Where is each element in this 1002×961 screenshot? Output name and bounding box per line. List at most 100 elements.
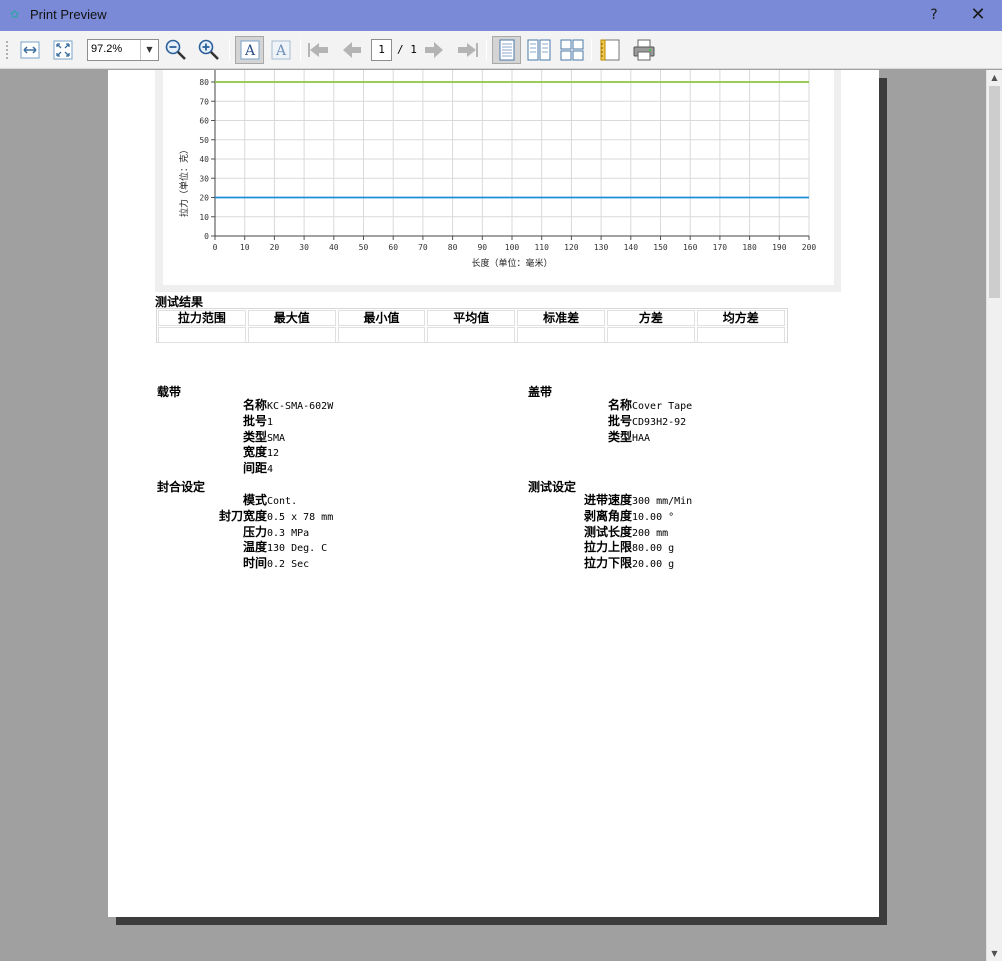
seal-field-row: 时间	[243, 556, 267, 571]
page-setup-button[interactable]	[598, 37, 624, 63]
toolbar-separator	[300, 39, 301, 61]
chevron-down-icon[interactable]: ▼	[140, 40, 158, 60]
scroll-thumb[interactable]	[989, 86, 1000, 298]
x-tick-label: 150	[653, 243, 668, 252]
fit-width-icon	[20, 41, 40, 59]
x-tick-label: 90	[477, 243, 487, 252]
seal-field-value: 130 Deg. C	[267, 543, 328, 555]
table-cell	[427, 327, 516, 343]
toolbar: 97.2% ▼ A A 1 / 1	[0, 31, 1002, 69]
seal-field-value: Cont.	[267, 496, 298, 507]
test-field-row: 测试长度	[584, 525, 632, 540]
single-page-icon	[499, 39, 514, 61]
y-tick-label: 70	[199, 97, 209, 106]
seal-field-row: 压力	[243, 525, 267, 540]
test-field-value: 300 mm/Min	[632, 496, 693, 507]
scroll-down-icon[interactable]: ▼	[987, 946, 1002, 961]
seal-field-row: 温度	[243, 540, 267, 555]
next-page-button[interactable]	[421, 37, 447, 63]
toolbar-separator	[229, 39, 230, 61]
toolbar-separator	[486, 39, 487, 61]
test-title: 测试设定	[528, 480, 577, 494]
zoom-value: 97.2%	[91, 43, 123, 55]
carrier-field-row: 名称	[243, 398, 267, 413]
carrier-field-label: 名称	[242, 398, 267, 412]
cover-field-value: HAA	[632, 432, 651, 444]
seal-field-row: 模式	[243, 493, 267, 508]
x-tick-label: 200	[802, 243, 817, 252]
preview-page: 0 10 20 30 40 50 60 70 80 90 100 110 120 130 140 150 160…	[108, 70, 879, 917]
preview-viewport[interactable]: 0 10 20 30 40 50 60 70 80 90 100 110 120 130 140 150 160…	[0, 70, 986, 961]
close-button[interactable]: ✕	[966, 4, 990, 26]
x-tick-label: 190	[772, 243, 787, 252]
x-tick-label: 50	[359, 243, 369, 252]
seal-field-label: 温度	[242, 540, 267, 555]
test-field-label: 拉力上限	[583, 540, 632, 555]
chart-area: 0 10 20 30 40 50 60 70 80 90 100 110 120 130 140 150 160…	[163, 70, 834, 285]
y-tick-label: 0	[204, 232, 209, 241]
zoom-out-button[interactable]	[163, 37, 189, 63]
print-button[interactable]	[631, 37, 657, 63]
table-header-cell: 方差	[607, 310, 695, 326]
seal-field-value: 0.3 MPa	[267, 527, 310, 539]
four-pages-button[interactable]	[559, 37, 585, 63]
carrier-field-value: 12	[267, 448, 280, 460]
x-tick-label: 120	[564, 243, 579, 252]
x-tick-label: 80	[448, 243, 458, 252]
carrier-field-label: 间距	[242, 461, 267, 476]
table-cell	[696, 327, 785, 343]
carrier-field-label: 宽度	[242, 445, 267, 460]
toolbar-grip[interactable]	[6, 41, 9, 59]
table-cell	[337, 327, 426, 343]
y-tick-label: 60	[199, 117, 209, 126]
table-cell	[517, 327, 605, 343]
font-a-button[interactable]: A	[235, 36, 264, 64]
carrier-field-value: KC-SMA-602W	[267, 401, 334, 412]
tension-chart: 0 10 20 30 40 50 60 70 80 90 100 110 120 130 140 150 160…	[178, 70, 817, 269]
zoom-select[interactable]: 97.2% ▼	[87, 39, 159, 61]
seal-field-label: 时间	[242, 556, 267, 571]
last-page-icon	[458, 43, 478, 57]
cover-field-value: CD93H2-92	[632, 416, 687, 428]
test-field-value: 20.00 g	[632, 559, 675, 571]
test-field-label: 剥离角度	[583, 508, 632, 523]
first-page-icon	[308, 43, 328, 57]
table-cell	[247, 327, 336, 343]
vertical-scrollbar[interactable]: ▲ ▼	[986, 70, 1002, 961]
help-button[interactable]: ?	[924, 4, 944, 26]
cover-field-row: 批号	[608, 414, 632, 429]
seal-field-value: 0.5 x 78 mm	[267, 511, 334, 523]
x-tick-label: 30	[299, 243, 309, 252]
font-a-outline-button[interactable]: A	[268, 37, 294, 63]
zoom-in-button[interactable]	[196, 37, 222, 63]
x-tick-label: 0	[213, 243, 218, 252]
fit-page-button[interactable]	[50, 37, 76, 63]
window-title: Print Preview	[30, 7, 107, 22]
four-pages-icon	[560, 39, 584, 61]
x-tick-label: 110	[534, 243, 549, 252]
prev-page-button[interactable]	[339, 37, 365, 63]
last-page-button[interactable]	[454, 37, 480, 63]
carrier-field-row: 批号	[243, 414, 267, 429]
x-tick-label: 170	[713, 243, 728, 252]
x-tick-label: 180	[742, 243, 757, 252]
table-header-cell: 标准差	[517, 310, 605, 326]
x-tick-label: 100	[505, 243, 520, 252]
y-tick-label: 50	[199, 136, 209, 145]
carrier-field-value: SMA	[267, 432, 286, 444]
page-number-input[interactable]: 1	[371, 39, 392, 61]
fit-width-button[interactable]	[17, 37, 43, 63]
first-page-button[interactable]	[306, 37, 332, 63]
chart-frame: 0 10 20 30 40 50 60 70 80 90 100 110 120 130 140 150 160…	[155, 70, 841, 292]
two-pages-icon	[527, 39, 551, 61]
y-axis-label: 拉力（单位：克）	[178, 145, 190, 217]
two-pages-button[interactable]	[526, 37, 552, 63]
test-field-label: 测试长度	[583, 524, 632, 539]
test-field-row: 拉力下限	[584, 556, 632, 571]
scroll-up-icon[interactable]: ▲	[987, 70, 1002, 85]
carrier-title: 载带	[157, 385, 182, 399]
test-field-row: 拉力上限	[584, 540, 632, 555]
y-tick-label: 30	[199, 174, 209, 183]
x-tick-label: 40	[329, 243, 339, 252]
single-page-button[interactable]	[492, 36, 521, 64]
